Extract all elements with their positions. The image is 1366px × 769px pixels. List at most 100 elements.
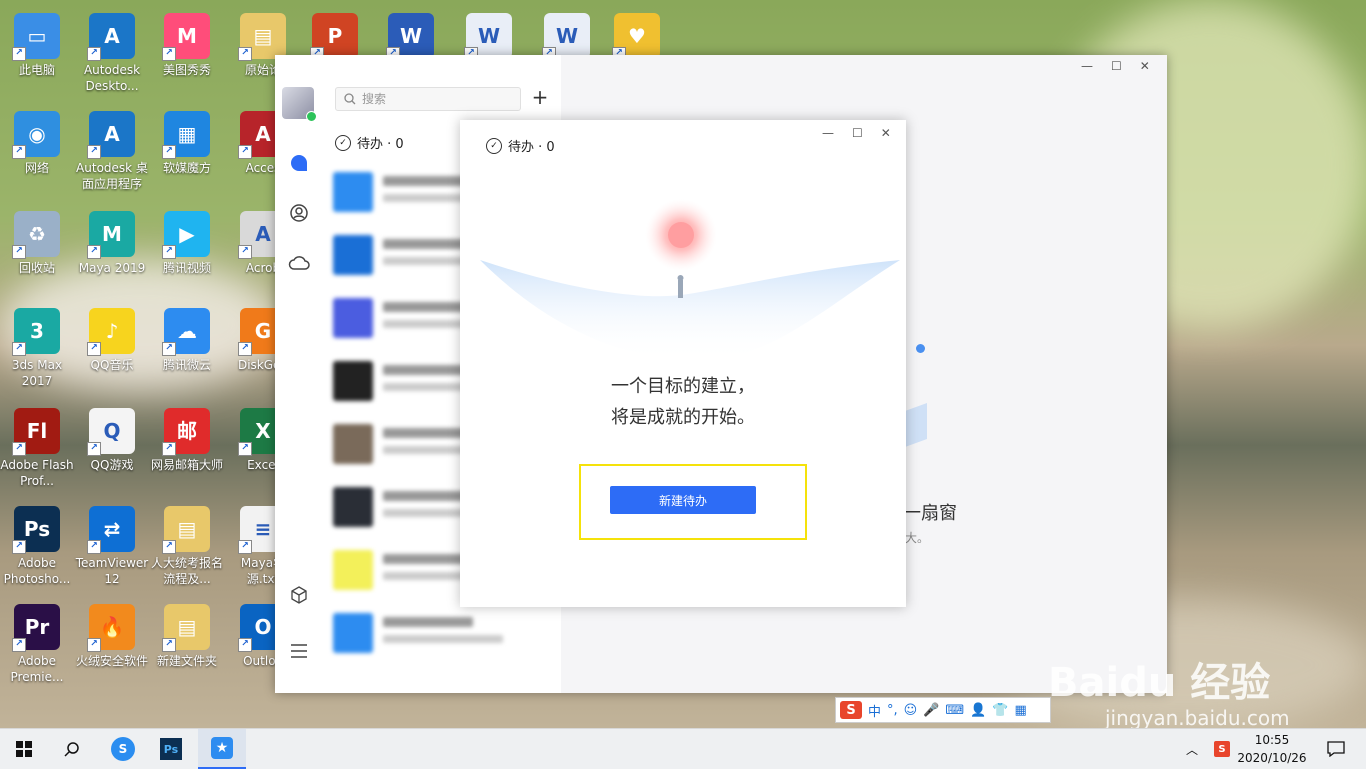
conversation-item[interactable] — [333, 611, 553, 657]
keyboard-icon[interactable]: ⌨ — [945, 703, 964, 718]
contacts-icon[interactable] — [287, 201, 311, 225]
microphone-icon[interactable]: 🎤 — [923, 703, 939, 718]
desktop-icon[interactable]: W ↗ — [374, 7, 448, 62]
desktop-icon[interactable]: ♻ ↗ 回收站 — [0, 205, 74, 276]
desktop-icon[interactable]: Q ↗ QQ游戏 — [75, 402, 149, 473]
app-icon: ◉ ↗ — [12, 111, 60, 159]
minimize-button[interactable]: — — [1081, 59, 1093, 73]
app-icon: ▶ ↗ — [162, 211, 210, 259]
desktop-icon[interactable]: W ↗ — [530, 7, 604, 62]
desktop-icon[interactable]: A ↗ Autodesk Deskto... — [75, 7, 149, 94]
tim-taskbar[interactable]: ★ — [198, 729, 246, 769]
shortcut-arrow-icon: ↗ — [12, 47, 26, 61]
app-icon: ▭ ↗ — [12, 13, 60, 61]
desktop-icon[interactable]: Ps ↗ Adobe Photosho... — [0, 500, 74, 587]
photoshop-taskbar[interactable]: Ps — [148, 729, 194, 769]
desktop-icon[interactable]: 3 ↗ 3ds Max 2017 — [0, 302, 74, 389]
sogou-logo-icon[interactable]: S — [840, 701, 862, 719]
todo-title: ✓ 待办 · 0 — [486, 136, 555, 155]
shortcut-arrow-icon: ↗ — [162, 442, 176, 456]
desktop-icon[interactable]: M ↗ Maya 2019 — [75, 205, 149, 276]
app-icon: ♻ ↗ — [12, 211, 60, 259]
grid-icon[interactable]: ▦ — [1015, 703, 1027, 718]
todo-maximize-button[interactable]: ☐ — [852, 126, 863, 140]
avatar[interactable] — [282, 87, 317, 122]
shortcut-arrow-icon: ↗ — [238, 540, 252, 554]
shortcut-arrow-icon: ↗ — [87, 540, 101, 554]
shortcut-arrow-icon: ↗ — [162, 540, 176, 554]
desktop-icon[interactable]: ◉ ↗ 网络 — [0, 105, 74, 176]
app-icon: ⇄ ↗ — [87, 506, 135, 554]
shortcut-arrow-icon: ↗ — [238, 342, 252, 356]
ime-toolbar[interactable]: S 中 °, ☺ 🎤 ⌨ 👤 👕 ▦ — [835, 697, 1051, 723]
search-taskbar-button[interactable] — [48, 729, 96, 769]
app-icon: W ↗ — [542, 13, 590, 61]
tim-icon: ★ — [211, 737, 233, 759]
desktop-icon[interactable]: ⇄ ↗ TeamViewer 12 — [75, 500, 149, 587]
window-controls: — ☐ ✕ — [1081, 59, 1150, 73]
shortcut-arrow-icon: ↗ — [238, 638, 252, 652]
add-button[interactable]: + — [529, 87, 551, 109]
search-input[interactable]: 搜索 — [335, 87, 521, 111]
app-icon: ▤ ↗ — [162, 506, 210, 554]
app-box-icon[interactable] — [287, 583, 311, 607]
menu-icon[interactable] — [287, 639, 311, 663]
user-icon[interactable]: 👤 — [970, 703, 986, 718]
app-icon: A ↗ — [87, 13, 135, 61]
desktop-icon-label: Maya 2019 — [78, 261, 146, 275]
todo-entry[interactable]: ✓ 待办 · 0 — [335, 133, 404, 152]
shortcut-arrow-icon: ↗ — [87, 245, 101, 259]
right-pane-subtitle: 大。 — [905, 531, 930, 545]
app-icon: Pr ↗ — [12, 604, 60, 652]
desktop-icon[interactable]: ☁ ↗ 腾讯微云 — [150, 302, 224, 373]
todo-minimize-button[interactable]: — — [822, 126, 834, 140]
message-icon[interactable] — [287, 151, 311, 175]
desktop-icon[interactable]: ▤ ↗ 新建文件夹 — [150, 598, 224, 669]
show-hidden-icons-button[interactable]: ︿ — [1180, 729, 1204, 769]
photoshop-icon: Ps — [160, 738, 182, 760]
desktop-icon[interactable]: ▦ ↗ 软媒魔方 — [150, 105, 224, 176]
desktop-icon[interactable]: ▭ ↗ 此电脑 — [0, 7, 74, 78]
nav-rail — [275, 55, 324, 693]
app-icon: P ↗ — [310, 13, 358, 61]
cloud-icon[interactable] — [287, 251, 311, 275]
ime-mode[interactable]: 中 — [868, 701, 881, 720]
desktop-icon[interactable]: Pr ↗ Adobe Premie... — [0, 598, 74, 685]
desktop-icon-label: 3ds Max 2017 — [11, 358, 63, 388]
desktop-icon-label: 网络 — [24, 161, 49, 175]
skin-icon[interactable]: 👕 — [992, 703, 1008, 718]
desktop-icon[interactable]: ▤ ↗ 人大统考报名流程及... — [150, 500, 224, 587]
sogou-browser-taskbar[interactable]: S — [100, 729, 146, 769]
punctuation-icon[interactable]: °, — [887, 703, 898, 718]
todo-window-controls: — ☐ ✕ — [822, 126, 891, 140]
desktop-icon-label: 回收站 — [18, 261, 55, 275]
app-icon: 3 ↗ — [12, 308, 60, 356]
clock[interactable]: 10:55 2020/10/26 — [1236, 731, 1308, 767]
desktop-icon[interactable]: ♥ ↗ — [600, 7, 674, 62]
todo-window[interactable]: — ☐ ✕ ✓ 待办 · 0 一个目标的建立， 将是成就的开始。 新建待办 — [460, 120, 906, 607]
shortcut-arrow-icon: ↗ — [12, 638, 26, 652]
todo-close-button[interactable]: ✕ — [881, 126, 891, 140]
desktop-icon[interactable]: ♪ ↗ QQ音乐 — [75, 302, 149, 373]
emoji-icon[interactable]: ☺ — [904, 703, 918, 718]
desktop-icon[interactable]: 🔥 ↗ 火绒安全软件 — [75, 598, 149, 669]
app-icon: A ↗ — [87, 111, 135, 159]
desktop-icon[interactable]: W ↗ — [452, 7, 526, 62]
app-icon: 🔥 ↗ — [87, 604, 135, 652]
desktop-icon[interactable]: ▶ ↗ 腾讯视频 — [150, 205, 224, 276]
search-icon — [64, 742, 79, 757]
desktop-icon[interactable]: Fl ↗ Adobe Flash Prof... — [0, 402, 74, 489]
desktop-icon-label: 新建文件夹 — [156, 654, 217, 668]
desktop-icon[interactable]: 邮 ↗ 网易邮箱大师 — [150, 402, 224, 473]
sogou-tray-icon[interactable]: S — [1210, 729, 1234, 769]
desktop-icon[interactable]: M ↗ 美图秀秀 — [150, 7, 224, 78]
start-button[interactable] — [0, 729, 48, 769]
maximize-button[interactable]: ☐ — [1111, 59, 1122, 73]
desktop-icon[interactable]: P ↗ — [298, 7, 372, 62]
notification-button[interactable] — [1316, 729, 1356, 769]
desktop-icon[interactable]: A ↗ Autodesk 桌面应用程序 — [75, 105, 149, 192]
close-button[interactable]: ✕ — [1140, 59, 1150, 73]
conversation-preview-blur — [383, 635, 503, 643]
new-todo-button[interactable]: 新建待办 — [610, 486, 756, 514]
online-status-dot — [306, 111, 317, 122]
